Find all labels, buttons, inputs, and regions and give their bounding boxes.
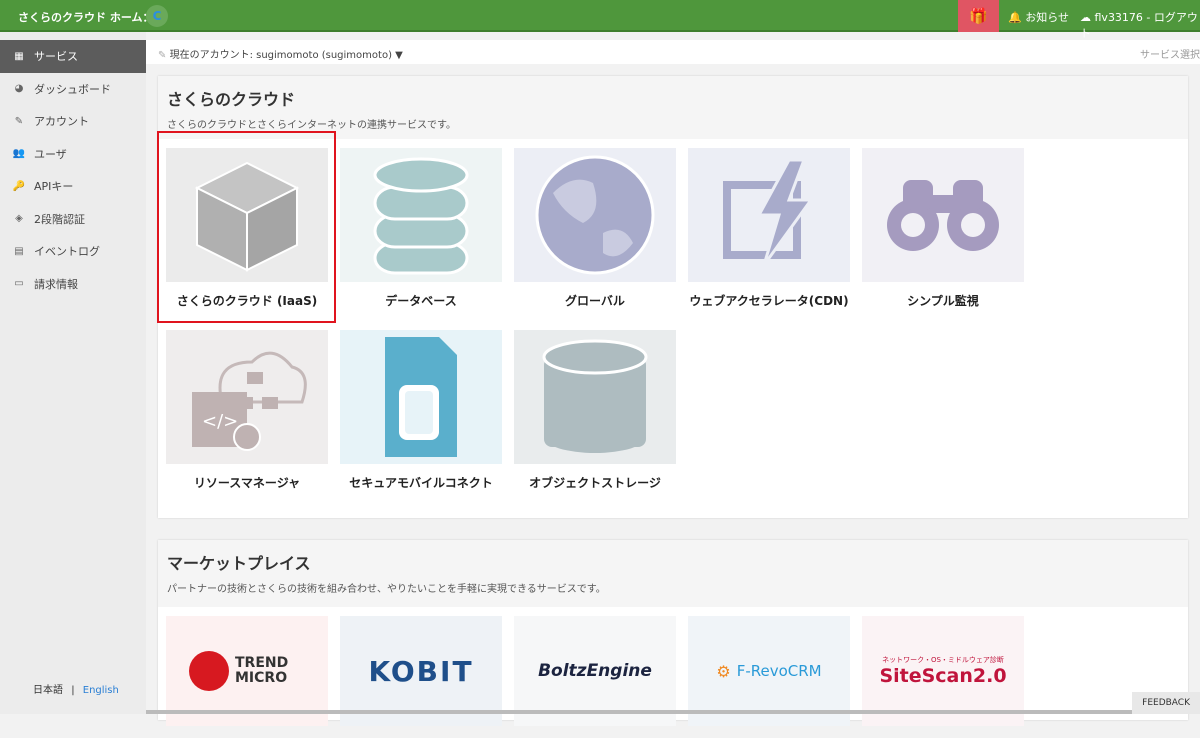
tile-label: シンプル監視 bbox=[907, 293, 979, 308]
sidebar-item-label: 2段階認証 bbox=[34, 212, 85, 226]
lang-en[interactable]: English bbox=[83, 685, 119, 696]
tile-label: BoltzEngine bbox=[538, 661, 652, 681]
tile-monitoring[interactable]: シンプル監視 bbox=[862, 148, 1024, 318]
sidebar-item-label: 請求情報 bbox=[34, 277, 78, 291]
marketplace-section: マーケットプレイス パートナーの技術とさくらの技術を組み合わせ、やりたいことを手… bbox=[158, 540, 1188, 726]
user-label: flv33176 - ログアウト bbox=[1080, 11, 1198, 40]
tile-database[interactable]: データベース bbox=[340, 148, 502, 318]
database-icon bbox=[340, 148, 502, 282]
tile-secure-mobile[interactable]: セキュアモバイルコネクト bbox=[340, 330, 502, 500]
binoculars-icon bbox=[862, 148, 1024, 282]
top-bar: さくらのクラウド ホーム： C 🎁 🔔 お知らせ ☁ flv33176 - ログ… bbox=[0, 0, 1200, 40]
log-icon: ▤ bbox=[14, 245, 24, 257]
lang-sep: | bbox=[71, 685, 75, 696]
section-title: さくらのクラウド bbox=[167, 90, 296, 109]
section-desc: パートナーの技術とさくらの技術を組み合わせ、やりたいことを手軽に実現できるサービ… bbox=[167, 584, 606, 595]
storage-icon bbox=[514, 330, 676, 464]
users-icon: 👥 bbox=[12, 148, 26, 160]
bell-icon: 🔔 bbox=[1008, 11, 1022, 24]
news-link[interactable]: 🔔 お知らせ bbox=[1008, 9, 1069, 25]
sidebar-item-event-log[interactable]: ▤ イベントログ bbox=[0, 235, 146, 268]
tile-object-storage[interactable]: オブジェクトストレージ bbox=[514, 330, 676, 500]
horizontal-scrollbar[interactable] bbox=[146, 710, 1200, 714]
logout-link[interactable]: ☁ flv33176 - ログアウト bbox=[1080, 9, 1200, 41]
sakura-logo-icon[interactable]: C bbox=[146, 5, 168, 27]
sidebar-item-label: イベントログ bbox=[34, 245, 100, 259]
billing-icon: ▭ bbox=[14, 278, 24, 290]
lang-ja[interactable]: 日本語 bbox=[33, 685, 63, 696]
tile-label: オブジェクトストレージ bbox=[529, 475, 661, 490]
sidebar-item-api-key[interactable]: 🔑 APIキー bbox=[0, 170, 146, 203]
account-icon: ✎ bbox=[14, 115, 24, 127]
tile-label: リソースマネージャ bbox=[193, 475, 301, 490]
key-icon: 🔑 bbox=[12, 180, 26, 192]
tile-label: データベース bbox=[385, 293, 457, 308]
sidebar-item-billing[interactable]: ▭ 請求情報 bbox=[0, 268, 146, 301]
sidebar-item-label: サービス bbox=[34, 50, 78, 64]
user-icon: ☁ bbox=[1080, 11, 1091, 24]
tile-label: SiteScan2.0 bbox=[879, 665, 1007, 687]
sidebar-item-account[interactable]: ✎ アカウント bbox=[0, 105, 146, 138]
shield-icon: ◈ bbox=[15, 213, 23, 225]
dashboard-icon: ◕ bbox=[14, 83, 24, 95]
tile-label: セキュアモバイルコネクト bbox=[349, 475, 493, 490]
home-link[interactable]: さくらのクラウド ホーム： bbox=[18, 9, 154, 25]
lightning-icon bbox=[688, 148, 850, 282]
account-selector[interactable]: 現在のアカウント: sugimomoto (sugimomoto) ▼ bbox=[170, 50, 403, 61]
selected-highlight bbox=[157, 131, 336, 323]
language-switcher: 日本語 | English bbox=[33, 681, 119, 696]
tile-label: ウェブアクセラレータ(CDN) bbox=[689, 293, 849, 308]
tile-label: F-RevoCRM bbox=[736, 662, 822, 680]
tile-label: TREND MICRO bbox=[235, 654, 289, 686]
tile-label: KOBIT bbox=[368, 654, 474, 688]
tile-label: グローバル bbox=[565, 293, 625, 308]
feedback-button[interactable]: FEEDBACK bbox=[1132, 692, 1200, 714]
gift-button[interactable]: 🎁 bbox=[958, 0, 999, 32]
tile-resource-manager[interactable]: </> リソースマネージャ bbox=[166, 330, 328, 500]
globe-icon bbox=[514, 148, 676, 282]
gift-icon: 🎁 bbox=[969, 7, 988, 25]
sidebar-item-label: APIキー bbox=[34, 180, 74, 194]
grid-icon: ▦ bbox=[14, 50, 24, 62]
section-title: マーケットプレイス bbox=[167, 554, 311, 573]
sidebar-item-services[interactable]: ▦ サービス bbox=[0, 40, 146, 73]
resource-manager-icon: </> bbox=[166, 330, 328, 464]
account-bar: ✎ 現在のアカウント: sugimomoto (sugimomoto) ▼ サー… bbox=[146, 40, 1200, 64]
tile-cdn[interactable]: ウェブアクセラレータ(CDN) bbox=[688, 148, 850, 318]
trend-logo-icon bbox=[189, 651, 229, 691]
sidebar-item-dashboard[interactable]: ◕ ダッシュボード bbox=[0, 73, 146, 106]
tile-global[interactable]: グローバル bbox=[514, 148, 676, 318]
service-select[interactable]: サービス選択 bbox=[1140, 46, 1200, 61]
sidebar-item-label: アカウント bbox=[34, 115, 89, 129]
section-desc: さくらのクラウドとさくらインターネットの連携サービスです。 bbox=[167, 120, 456, 131]
sidebar-item-users[interactable]: 👥 ユーザ bbox=[0, 138, 146, 171]
sidebar-item-2fa[interactable]: ◈ 2段階認証 bbox=[0, 203, 146, 236]
sidebar-item-label: ダッシュボード bbox=[34, 82, 111, 96]
leaf-icon: ✎ bbox=[158, 50, 167, 61]
revo-logo-icon: ⚙ bbox=[716, 661, 731, 681]
sim-icon bbox=[340, 330, 502, 464]
news-label: お知らせ bbox=[1025, 11, 1069, 24]
sidebar-item-label: ユーザ bbox=[34, 147, 67, 161]
svg-text:</>: </> bbox=[202, 411, 238, 432]
tile-sublabel: ネットワーク・OS・ミドルウェア診断 bbox=[882, 656, 1004, 664]
sidebar: ▦ サービス ◕ ダッシュボード ✎ アカウント 👥 ユーザ 🔑 APIキー ◈ 2段階認証… bbox=[0, 32, 146, 714]
